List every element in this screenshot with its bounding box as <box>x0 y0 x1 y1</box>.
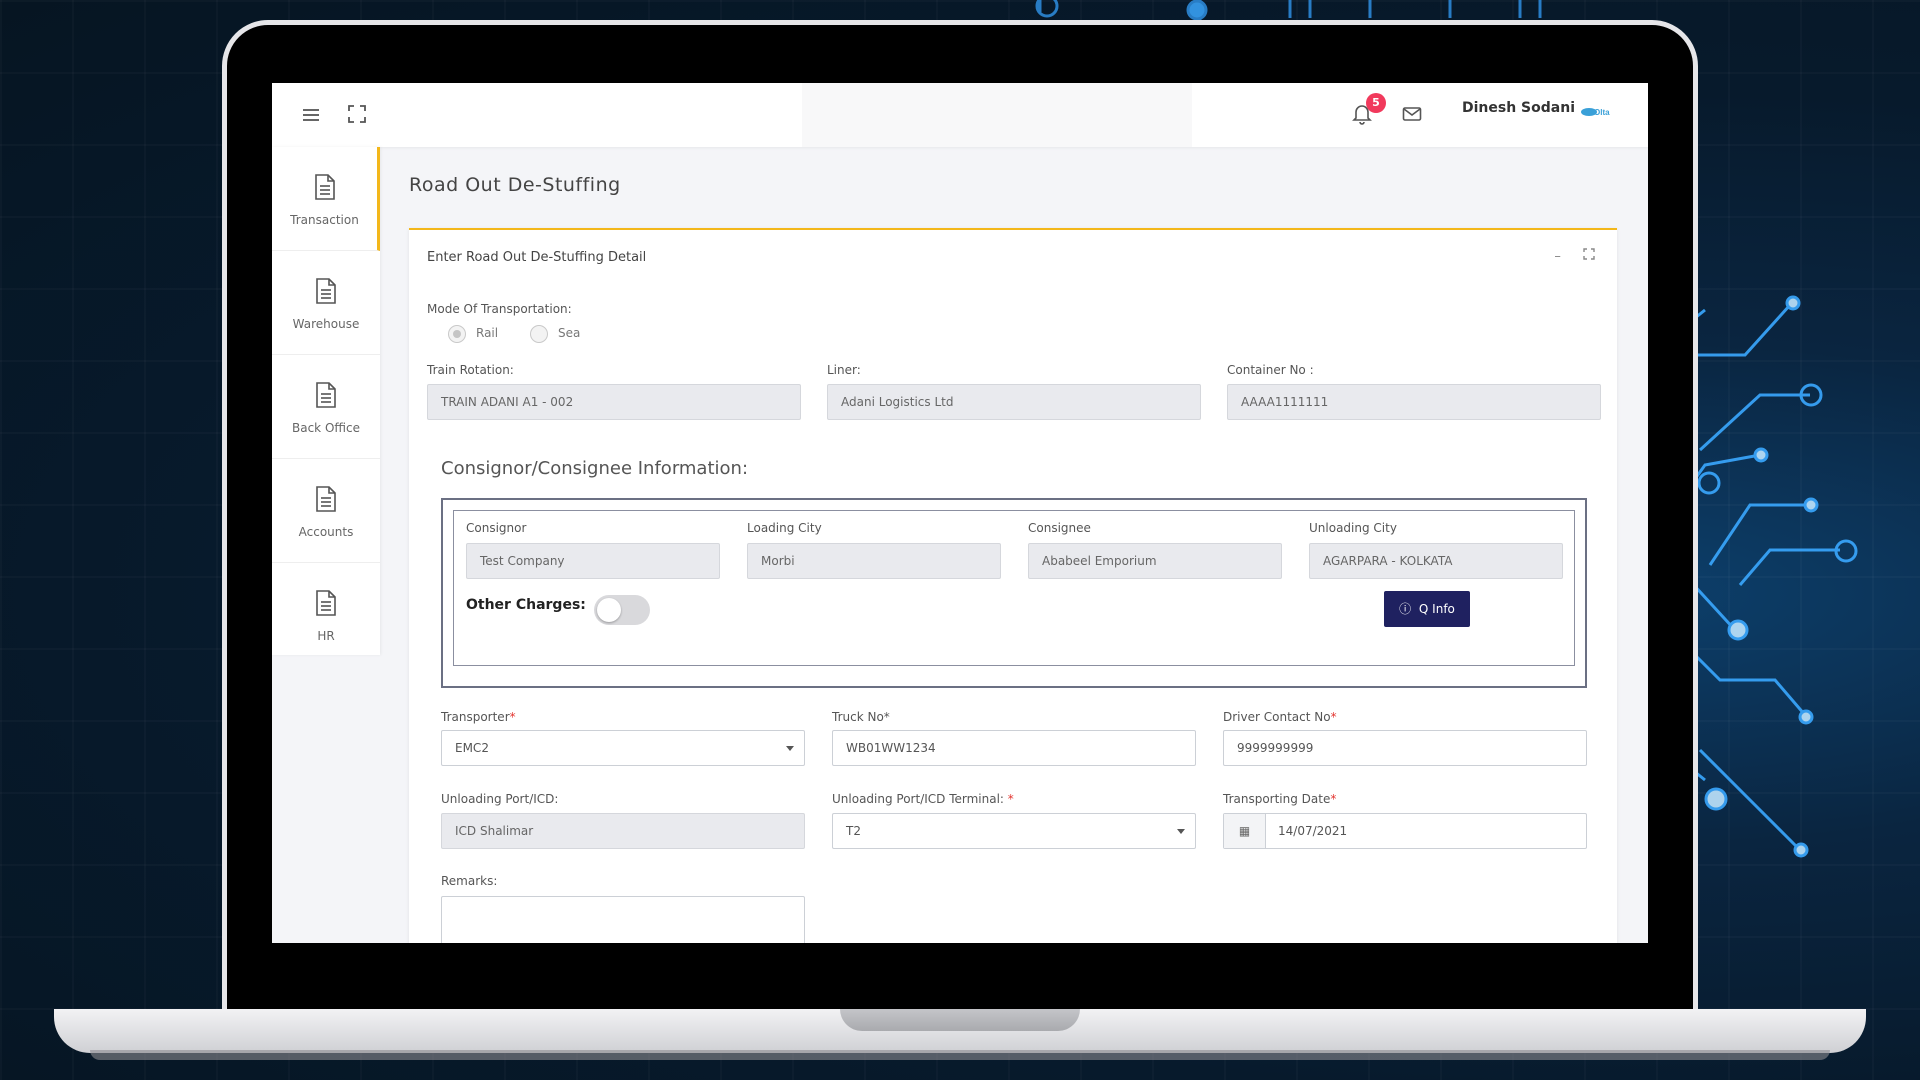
q-info-button[interactable]: ⓘ Q Info <box>1384 591 1470 627</box>
company-logo: Olta <box>1580 105 1614 122</box>
rail-radio-label: Rail <box>476 326 499 340</box>
page-title: Road Out De-Stuffing <box>409 174 621 196</box>
sidebar-item-transaction[interactable]: Transaction <box>272 147 380 251</box>
transport-date-value: 14/07/2021 <box>1278 824 1348 838</box>
circuit-decoration-right <box>1680 295 1858 858</box>
sea-radio-label: Sea <box>558 326 581 340</box>
calendar-icon[interactable]: ▦ <box>1224 814 1266 848</box>
remarks-textarea[interactable] <box>441 896 805 943</box>
driver-contact-field[interactable]: 9999999999 <box>1223 730 1587 766</box>
destuffing-card: Enter Road Out De-Stuffing Detail – Mode… <box>409 228 1617 943</box>
minimize-icon[interactable]: – <box>1554 249 1561 264</box>
expand-icon[interactable] <box>1583 248 1595 264</box>
transporter-value: EMC2 <box>455 741 489 755</box>
container-label: Container No : <box>1227 363 1314 377</box>
top-bar: 5 Dinesh Sodani Olta <box>272 83 1648 147</box>
document-icon <box>272 485 380 515</box>
transport-date-field[interactable]: ▦ 14/07/2021 <box>1223 813 1587 849</box>
document-icon <box>272 381 380 411</box>
laptop-base-shadow <box>90 1050 1830 1060</box>
transporter-select[interactable]: EMC2 <box>441 730 805 766</box>
loading-city-label: Loading City <box>747 521 822 535</box>
sidebar-item-warehouse[interactable]: Warehouse <box>272 251 380 355</box>
sidebar-item-label: Warehouse <box>292 317 360 331</box>
fullscreen-icon[interactable] <box>346 105 368 127</box>
topbar-center-area <box>802 83 1192 147</box>
logo-text: Olta <box>1594 108 1610 117</box>
other-charges-toggle[interactable] <box>594 595 650 625</box>
info-icon: ⓘ <box>1399 602 1412 616</box>
unloading-terminal-value: T2 <box>846 824 861 838</box>
unloading-port-label: Unloading Port/ICD: <box>441 792 559 806</box>
consignor-outer-box: Consignor Test Company Loading City Morb… <box>441 498 1587 688</box>
chevron-down-icon <box>786 746 794 751</box>
document-icon <box>272 589 380 619</box>
consignee-field[interactable]: Ababeel Emporium <box>1028 543 1282 579</box>
card-tools: – <box>1554 248 1595 264</box>
consignor-label: Consignor <box>466 521 527 535</box>
unloading-terminal-label: Unloading Port/ICD Terminal: * <box>832 792 1014 806</box>
sidebar-item-label: Back Office <box>292 421 360 435</box>
sidebar: Transaction Warehouse Back Office Accoun… <box>272 147 380 655</box>
consignor-field[interactable]: Test Company <box>466 543 720 579</box>
sidebar-item-label: Transaction <box>290 213 359 227</box>
transporter-label: Transporter* <box>441 710 516 724</box>
truck-field[interactable]: WB01WW1234 <box>832 730 1196 766</box>
sidebar-item-hr[interactable]: HR <box>272 563 380 667</box>
unloading-port-field[interactable]: ICD Shalimar <box>441 813 805 849</box>
mode-label: Mode Of Transportation: <box>427 302 572 316</box>
document-icon <box>272 173 377 203</box>
driver-contact-label: Driver Contact No* <box>1223 710 1337 724</box>
liner-field[interactable]: Adani Logistics Ltd <box>827 384 1201 420</box>
document-icon <box>272 277 380 307</box>
chevron-down-icon <box>1177 829 1185 834</box>
loading-city-field[interactable]: Morbi <box>747 543 1001 579</box>
unloading-city-label: Unloading City <box>1309 521 1397 535</box>
mail-icon[interactable] <box>1402 105 1422 127</box>
consignee-label: Consignee <box>1028 521 1091 535</box>
consignor-section-title: Consignor/Consignee Information: <box>441 458 749 479</box>
user-name[interactable]: Dinesh Sodani <box>1462 100 1575 116</box>
rail-radio[interactable] <box>448 325 466 343</box>
other-charges-label: Other Charges: <box>466 597 586 613</box>
transport-date-label: Transporting Date* <box>1223 792 1337 806</box>
train-rotation-label: Train Rotation: <box>427 363 514 377</box>
hamburger-menu-icon[interactable] <box>300 105 322 127</box>
notification-badge: 5 <box>1366 93 1386 113</box>
sidebar-item-label: Accounts <box>298 525 354 539</box>
truck-label: Truck No* <box>832 710 890 724</box>
consignor-inner-box: Consignor Test Company Loading City Morb… <box>453 510 1575 666</box>
laptop-notch <box>840 1009 1080 1031</box>
sidebar-item-back-office[interactable]: Back Office <box>272 355 380 459</box>
unloading-city-field[interactable]: AGARPARA - KOLKATA <box>1309 543 1563 579</box>
sidebar-item-accounts[interactable]: Accounts <box>272 459 380 563</box>
liner-label: Liner: <box>827 363 861 377</box>
remarks-label: Remarks: <box>441 874 498 888</box>
train-rotation-field[interactable]: TRAIN ADANI A1 - 002 <box>427 384 801 420</box>
card-title: Enter Road Out De-Stuffing Detail <box>427 250 647 265</box>
q-info-label: Q Info <box>1418 602 1455 616</box>
app-screen: 5 Dinesh Sodani Olta Transaction Warehou… <box>272 83 1648 943</box>
unloading-terminal-select[interactable]: T2 <box>832 813 1196 849</box>
container-field[interactable]: AAAA1111111 <box>1227 384 1601 420</box>
sea-radio[interactable] <box>530 325 548 343</box>
sidebar-item-label: HR <box>317 629 335 643</box>
